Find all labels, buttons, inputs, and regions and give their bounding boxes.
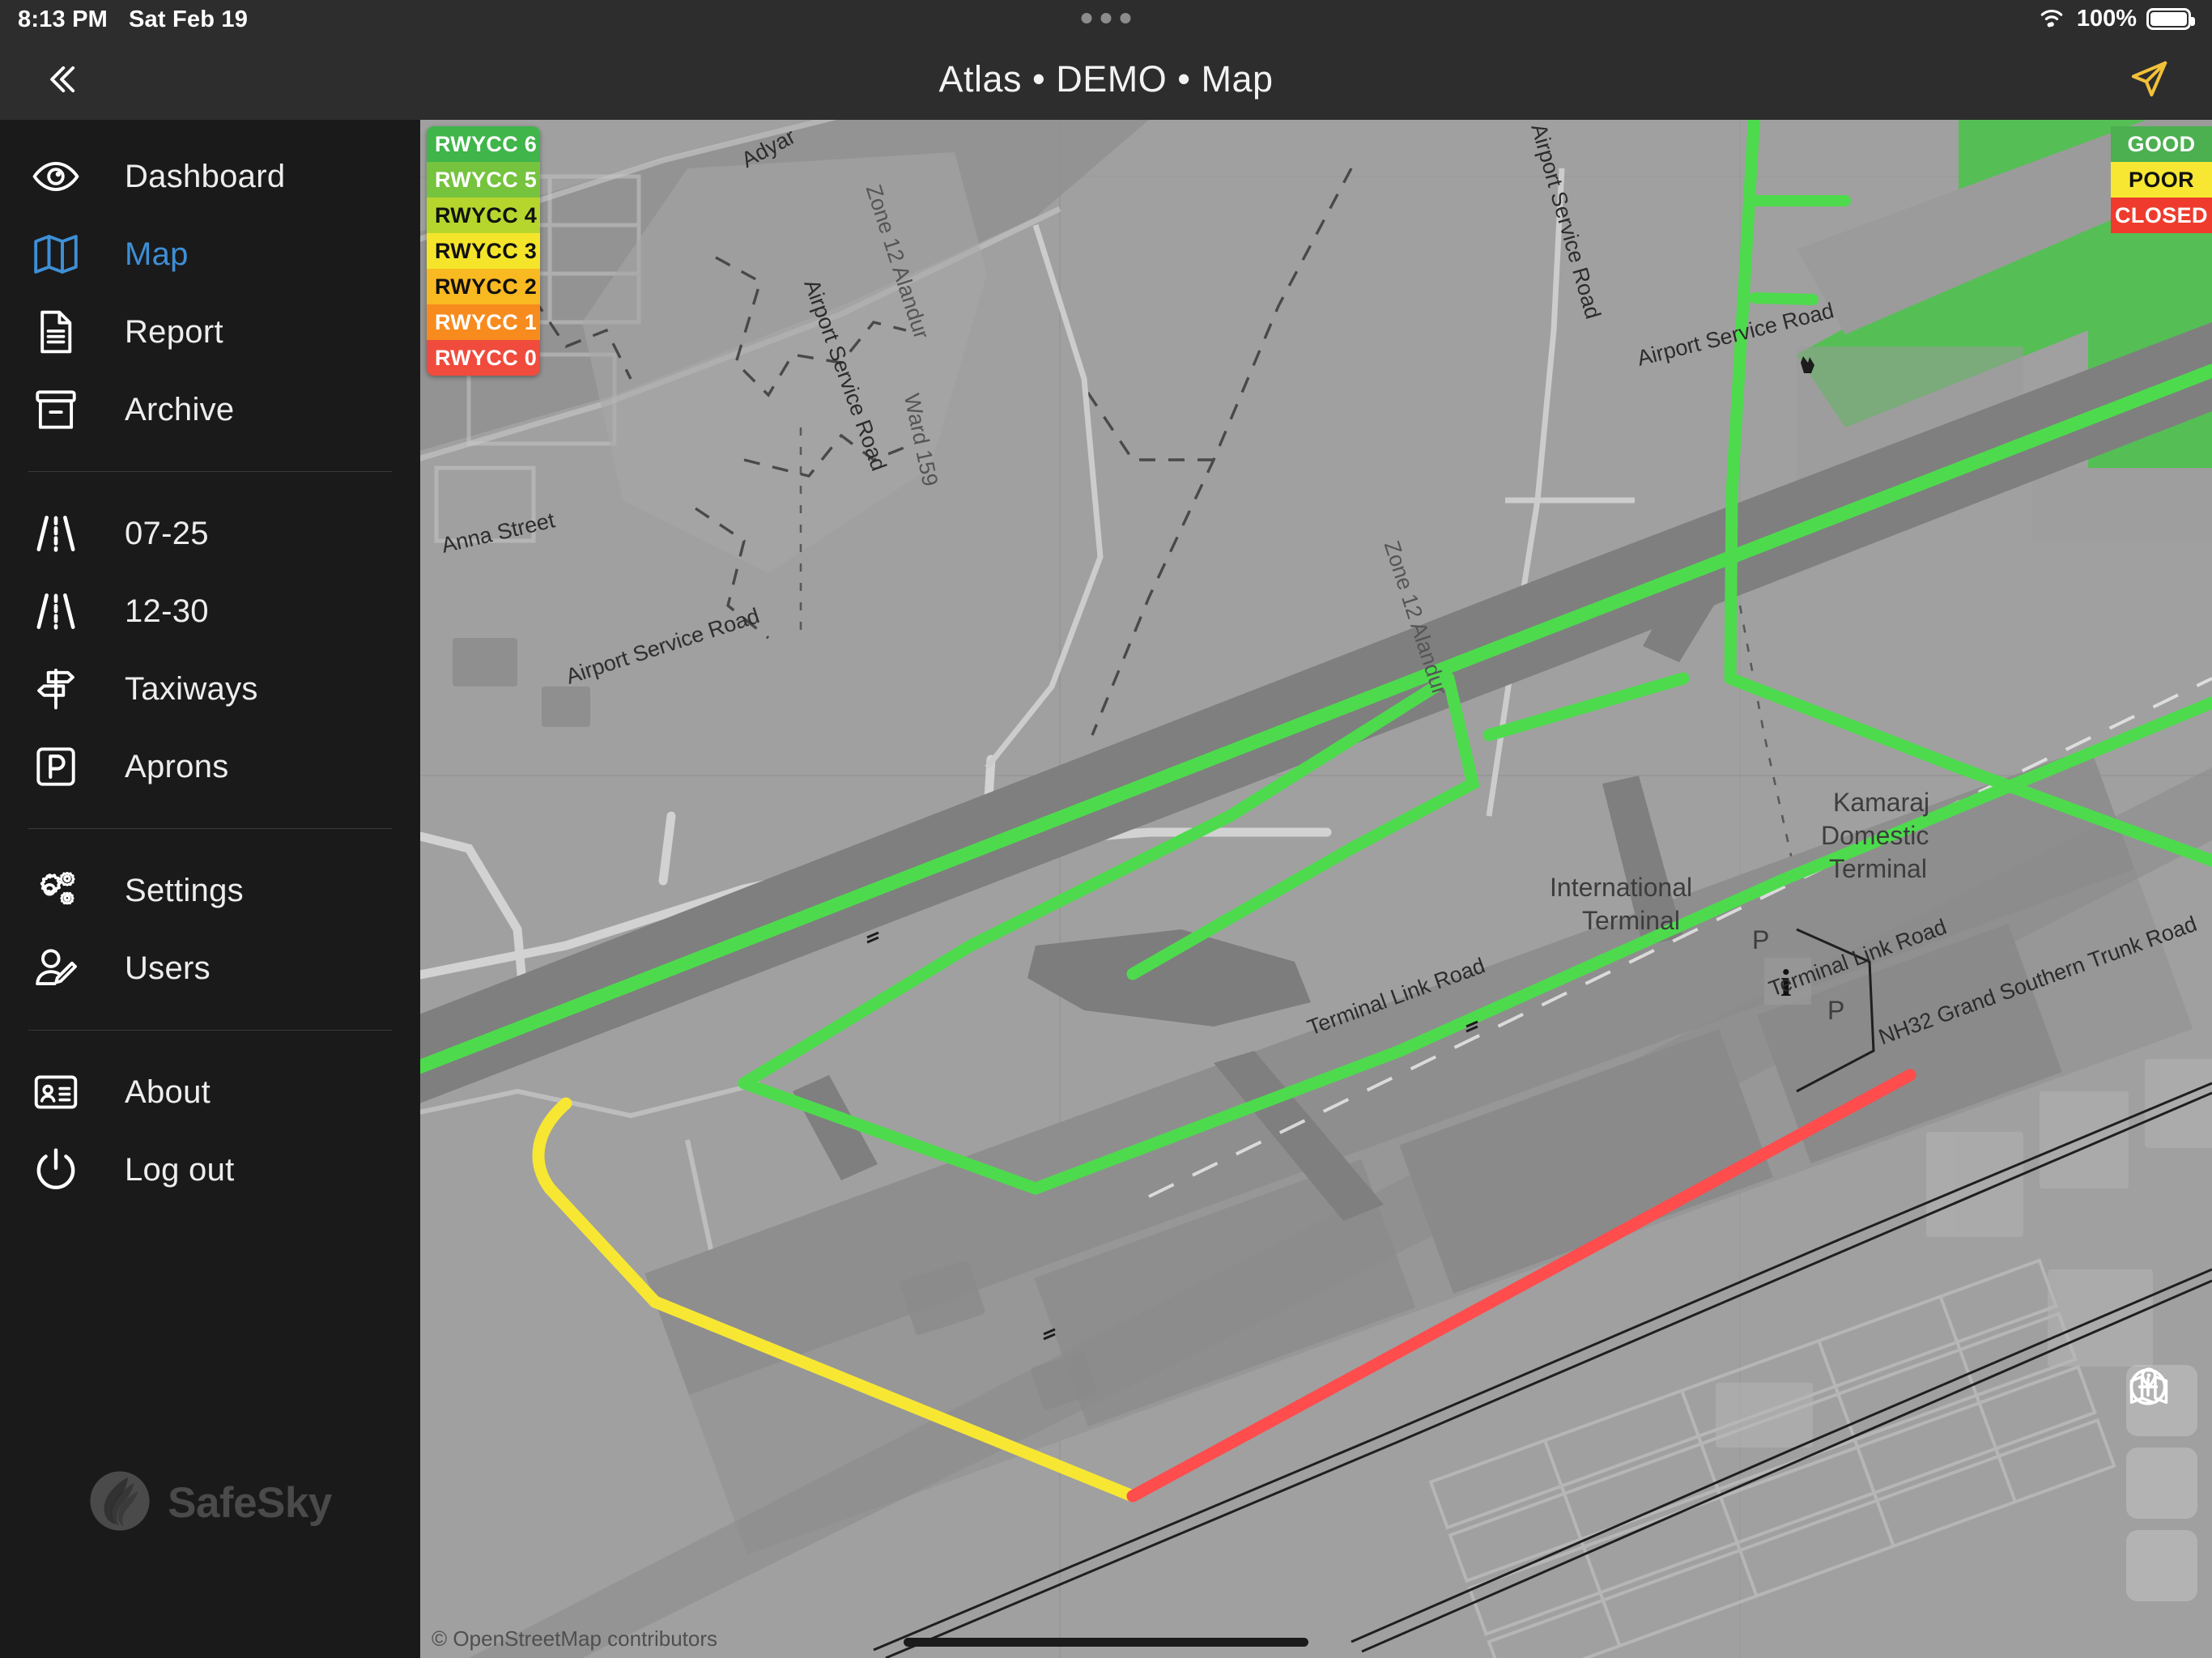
rwycc-legend: RWYCC 6 RWYCC 5 RWYCC 4 RWYCC 3 RWYCC 2 … <box>427 126 540 376</box>
sidebar-item-aprons[interactable]: Aprons <box>0 728 420 806</box>
sidebar-item-archive[interactable]: Archive <box>0 371 420 449</box>
map-tiles: i <box>420 120 2212 1658</box>
sidebar-item-label: 12-30 <box>125 593 209 629</box>
rwycc-legend-item: RWYCC 1 <box>427 304 540 340</box>
battery-percent-label: 100% <box>2076 6 2137 32</box>
map-label: Terminal <box>1829 854 1927 883</box>
rwycc-legend-item: RWYCC 6 <box>427 126 540 162</box>
rwycc-legend-item: RWYCC 5 <box>427 162 540 198</box>
brand-name: SafeSky <box>168 1479 332 1527</box>
rwycc-legend-item: RWYCC 0 <box>427 340 540 376</box>
rwycc-legend-item: RWYCC 3 <box>427 233 540 269</box>
condition-legend: GOOD POOR CLOSED <box>2111 126 2212 233</box>
sidebar: Dashboard Map Report Archive 07-25 12-30… <box>0 120 420 1658</box>
sidebar-item-label: Archive <box>125 391 235 427</box>
paper-plane-icon <box>2131 61 2167 97</box>
user-edit-icon <box>31 943 81 993</box>
sidebar-item-label: Report <box>125 313 223 350</box>
map-layers-button[interactable] <box>2126 1367 2197 1601</box>
sidebar-item-label: About <box>125 1073 211 1110</box>
map-icon <box>31 229 81 279</box>
sidebar-item-about[interactable]: About <box>0 1053 420 1131</box>
sidebar-item-settings[interactable]: Settings <box>0 852 420 929</box>
map-canvas[interactable]: i Adyar Airport Service Road Airport Ser… <box>420 120 2212 1658</box>
sidebar-item-map[interactable]: Map <box>0 215 420 293</box>
gears-icon <box>31 865 81 916</box>
sidebar-divider-1 <box>28 471 392 472</box>
page-title: Atlas • DEMO • Map <box>938 58 1274 100</box>
map-label: Kamaraj <box>1833 788 1930 817</box>
sidebar-item-label: Taxiways <box>125 670 258 707</box>
home-indicator[interactable] <box>904 1638 1308 1647</box>
sidebar-item-report[interactable]: Report <box>0 293 420 371</box>
safesky-flame-logo-icon <box>88 1469 151 1537</box>
sidebar-item-logout[interactable]: Log out <box>0 1131 420 1209</box>
map-label: International <box>1550 873 1693 902</box>
condition-legend-item-good: GOOD <box>2111 126 2212 162</box>
sidebar-item-dashboard[interactable]: Dashboard <box>0 138 420 215</box>
status-bar-left: 8:13 PM Sat Feb 19 <box>18 6 248 33</box>
sidebar-item-label: 07-25 <box>125 515 209 551</box>
runway-icon <box>31 586 81 636</box>
sidebar-item-label: Users <box>125 950 211 986</box>
multitasking-dots[interactable] <box>1081 13 1131 23</box>
runway-icon <box>31 508 81 559</box>
sidebar-item-label: Aprons <box>125 748 229 784</box>
status-bar-right: 100% <box>2036 5 2195 33</box>
app-root: 8:13 PM Sat Feb 19 100% Atlas • DEMO • M… <box>0 0 2212 1658</box>
sidebar-item-label: Log out <box>125 1151 235 1188</box>
condition-legend-item-poor: POOR <box>2111 162 2212 198</box>
map-pin-icon <box>2129 1367 2168 1404</box>
sidebar-divider-3 <box>28 1030 392 1031</box>
archive-box-icon <box>31 385 81 435</box>
power-icon <box>31 1145 81 1195</box>
ios-status-bar: 8:13 PM Sat Feb 19 100% <box>0 0 2212 39</box>
condition-legend-item-closed: CLOSED <box>2111 198 2212 233</box>
sidebar-item-users[interactable]: Users <box>0 929 420 1007</box>
map-label: P <box>1752 925 1770 954</box>
zoom-out-button[interactable] <box>2126 1368 2197 1519</box>
map-label: Domestic <box>1821 821 1929 850</box>
map-label: P <box>1827 996 1845 1025</box>
id-card-icon <box>31 1067 81 1117</box>
rwycc-legend-item: RWYCC 2 <box>427 269 540 304</box>
brand-logo: SafeSky <box>0 1469 420 1537</box>
signpost-icon <box>31 664 81 714</box>
sidebar-item-taxiways[interactable]: Taxiways <box>0 650 420 728</box>
app-title-bar: Atlas • DEMO • Map <box>0 39 2212 120</box>
parking-icon <box>31 742 81 792</box>
sidebar-divider-2 <box>28 828 392 829</box>
send-button[interactable] <box>2110 39 2188 120</box>
eye-icon <box>31 151 81 202</box>
rwycc-legend-item: RWYCC 4 <box>427 198 540 233</box>
map-attribution[interactable]: © OpenStreetMap contributors <box>432 1626 717 1652</box>
sidebar-item-runway-07-25[interactable]: 07-25 <box>0 495 420 572</box>
sidebar-nav: Dashboard Map Report Archive 07-25 12-30… <box>0 120 420 1209</box>
map-label: Terminal <box>1582 906 1680 935</box>
map-controls <box>2126 1365 2197 1601</box>
battery-icon <box>2146 8 2195 30</box>
document-icon <box>31 307 81 357</box>
sidebar-item-label: Settings <box>125 872 244 908</box>
status-bar-date: Sat Feb 19 <box>129 6 249 32</box>
status-bar-time: 8:13 PM <box>18 6 108 32</box>
wifi-icon <box>2036 5 2067 33</box>
sidebar-item-label: Dashboard <box>125 158 286 194</box>
sidebar-item-label: Map <box>125 236 189 272</box>
sidebar-item-runway-12-30[interactable]: 12-30 <box>0 572 420 650</box>
